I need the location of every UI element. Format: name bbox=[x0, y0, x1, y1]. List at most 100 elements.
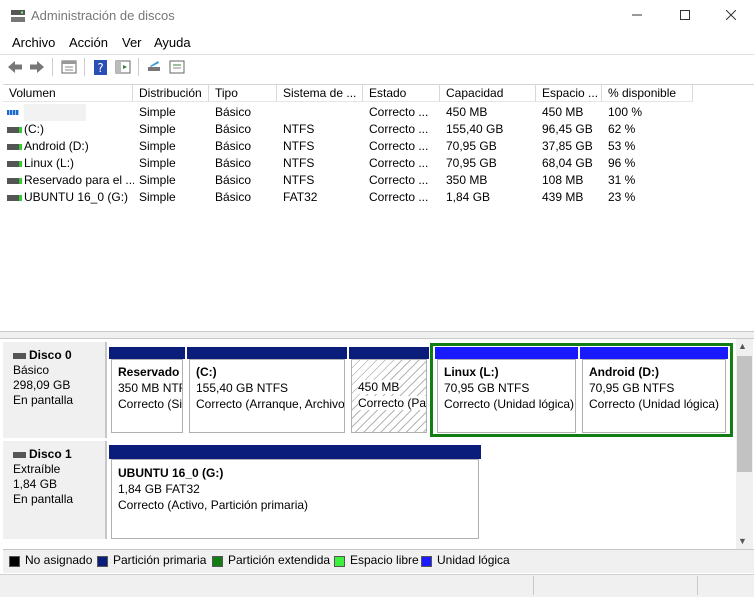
column-header-capacidad[interactable]: Capacidad bbox=[440, 84, 536, 102]
partition-size: 1,84 GB FAT32 bbox=[118, 482, 200, 496]
disk-status: En pantalla bbox=[13, 393, 74, 407]
cell-sistema: FAT32 bbox=[283, 190, 318, 204]
column-header-espacio[interactable]: Espacio ... bbox=[536, 84, 602, 102]
console-icon[interactable] bbox=[114, 58, 132, 76]
scrollbar-thumb[interactable] bbox=[737, 356, 752, 472]
cell-estado: Correcto ... bbox=[369, 156, 429, 170]
partition-reservado[interactable]: Reservado p 350 MB NTFS Correcto (Si bbox=[109, 347, 185, 433]
partition-title: Reservado p bbox=[118, 365, 183, 379]
cell-disponible: 31 % bbox=[608, 173, 636, 187]
partition-status: Correcto (Si bbox=[118, 397, 183, 411]
column-header-estado[interactable]: Estado bbox=[363, 84, 440, 102]
disk-size: 1,84 GB bbox=[13, 477, 58, 491]
column-header-sistema[interactable]: Sistema de ... bbox=[277, 84, 363, 102]
cell-tipo: Básico bbox=[215, 139, 252, 153]
partition-android[interactable]: Android (D:) 70,95 GB NTFS Correcto (Uni… bbox=[580, 347, 728, 433]
cell-tipo: Básico bbox=[215, 156, 252, 170]
properties-icon[interactable] bbox=[60, 58, 78, 76]
partition-recovery[interactable]: 450 MB Correcto (Pa bbox=[349, 347, 429, 433]
partition-c[interactable]: (C:) 155,40 GB NTFS Correcto (Arranque, … bbox=[187, 347, 347, 433]
legend-label: Espacio libre bbox=[350, 553, 419, 567]
rescan-icon[interactable] bbox=[145, 58, 163, 76]
pane-splitter[interactable] bbox=[0, 331, 754, 339]
partition-title: (C:) bbox=[196, 365, 217, 379]
menu-ver[interactable]: Ver bbox=[122, 35, 142, 50]
legend-label: Partición extendida bbox=[228, 553, 331, 567]
column-header-distribucion[interactable]: Distribución bbox=[133, 84, 209, 102]
partition-size: 350 MB NTFS bbox=[118, 381, 182, 395]
help-icon[interactable]: ? bbox=[92, 58, 110, 76]
disk-name: Disco 0 bbox=[29, 348, 72, 362]
cell-espacio: 68,04 GB bbox=[542, 156, 593, 170]
disk-icon bbox=[13, 451, 26, 458]
partition-ubuntu[interactable]: UBUNTU 16_0 (G:) 1,84 GB FAT32 Correcto … bbox=[109, 445, 481, 539]
maximize-icon bbox=[680, 10, 690, 20]
table-row[interactable]: Linux (L:) Simple Básico NTFS Correcto .… bbox=[3, 155, 693, 172]
cell-sistema: NTFS bbox=[283, 156, 315, 170]
legend-primary-swatch bbox=[97, 556, 108, 567]
legend-label: Unidad lógica bbox=[437, 553, 510, 567]
menu-archivo[interactable]: Archivo bbox=[12, 35, 55, 50]
cell-distribucion: Simple bbox=[139, 105, 176, 119]
menu-accion[interactable]: Acción bbox=[69, 35, 108, 50]
cell-distribucion: Simple bbox=[139, 139, 176, 153]
status-bar bbox=[0, 574, 754, 597]
maximize-button[interactable] bbox=[662, 0, 708, 30]
column-header-disponible[interactable]: % disponible bbox=[602, 84, 693, 102]
table-row[interactable]: (C:) Simple Básico NTFS Correcto ... 155… bbox=[3, 121, 693, 138]
table-row[interactable]: UBUNTU 16_0 (G:) Simple Básico FAT32 Cor… bbox=[3, 189, 693, 206]
list-icon[interactable] bbox=[168, 58, 186, 76]
toolbar-separator bbox=[138, 58, 139, 76]
scroll-down-icon[interactable]: ▼ bbox=[738, 536, 747, 546]
legend-unallocated-swatch bbox=[9, 556, 20, 567]
close-button[interactable] bbox=[708, 0, 754, 30]
cell-estado: Correcto ... bbox=[369, 122, 429, 136]
partition-linux[interactable]: Linux (L:) 70,95 GB NTFS Correcto (Unida… bbox=[435, 347, 578, 433]
partition-size: 450 MB bbox=[358, 380, 400, 394]
disk-size: 298,09 GB bbox=[13, 378, 71, 392]
partition-status: Correcto (Arranque, Archivo bbox=[196, 397, 345, 411]
drive-icon bbox=[7, 195, 22, 201]
cell-volumen: Linux (L:) bbox=[24, 156, 75, 170]
window-title: Administración de discos bbox=[31, 8, 175, 23]
partition-bar bbox=[187, 347, 347, 359]
forward-arrow-icon[interactable] bbox=[28, 58, 46, 76]
minimize-button[interactable] bbox=[614, 0, 660, 30]
toolbar-separator bbox=[52, 58, 53, 76]
scroll-up-icon[interactable]: ▲ bbox=[738, 341, 747, 351]
table-row[interactable]: Simple Básico Correcto ... 450 MB 450 MB… bbox=[3, 104, 693, 121]
disk-type: Básico bbox=[13, 363, 50, 377]
cell-espacio: 37,85 GB bbox=[542, 139, 593, 153]
cell-volumen: Android (D:) bbox=[24, 139, 89, 153]
menu-ayuda[interactable]: Ayuda bbox=[154, 35, 191, 50]
partition-bar bbox=[109, 445, 481, 459]
partition-title: Linux (L:) bbox=[444, 365, 499, 379]
cell-estado: Correcto ... bbox=[369, 190, 429, 204]
cell-distribucion: Simple bbox=[139, 156, 176, 170]
partition-status: Correcto (Unidad lógica) bbox=[589, 397, 720, 411]
cell-tipo: Básico bbox=[215, 122, 252, 136]
cell-volumen: Reservado para el ... bbox=[24, 173, 134, 187]
table-row[interactable]: Android (D:) Simple Básico NTFS Correcto… bbox=[3, 138, 693, 155]
cell-capacidad: 70,95 GB bbox=[446, 139, 497, 153]
table-row[interactable]: Reservado para el ... Simple Básico NTFS… bbox=[3, 172, 693, 189]
column-header-tipo[interactable]: Tipo bbox=[209, 84, 277, 102]
cell-tipo: Básico bbox=[215, 173, 252, 187]
disk-1-label[interactable]: Disco 1 Extraíble 1,84 GB En pantalla bbox=[3, 441, 107, 539]
disk-management-app-icon bbox=[11, 10, 25, 22]
cell-volumen: UBUNTU 16_0 (G:) bbox=[24, 190, 129, 204]
cell-capacidad: 450 MB bbox=[446, 105, 488, 119]
column-header-volumen[interactable]: Volumen bbox=[3, 84, 133, 102]
back-arrow-icon[interactable] bbox=[6, 58, 24, 76]
close-icon bbox=[725, 9, 737, 21]
partition-title: Android (D:) bbox=[589, 365, 659, 379]
drive-icon bbox=[7, 161, 22, 167]
cell-capacidad: 155,40 GB bbox=[446, 122, 504, 136]
cell-sistema: NTFS bbox=[283, 173, 315, 187]
volume-icon bbox=[7, 110, 19, 115]
legend-label: No asignado bbox=[25, 553, 93, 567]
disk-0-label[interactable]: Disco 0 Básico 298,09 GB En pantalla bbox=[3, 342, 107, 438]
partition-status: Correcto (Activo, Partición primaria) bbox=[118, 498, 309, 512]
cell-espacio: 439 MB bbox=[542, 190, 584, 204]
cell-volumen: (C:) bbox=[24, 122, 44, 136]
